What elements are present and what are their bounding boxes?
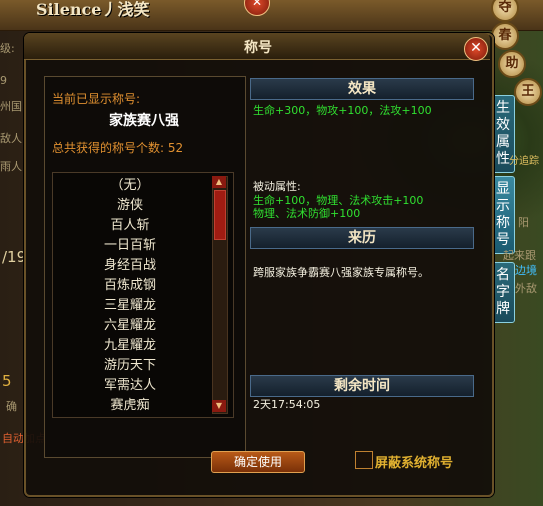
behind-text: 州国 — [0, 100, 22, 113]
hide-system-titles-label[interactable]: 屏蔽系统称号 — [375, 452, 453, 471]
behind-text: 敌人 — [0, 132, 22, 145]
scrollbar-thumb[interactable] — [214, 190, 226, 240]
scroll-down-arrow-icon[interactable]: ▼ — [212, 400, 226, 412]
passive-attributes-line-2: 物理、法术防御+100 — [253, 207, 361, 220]
total-titles-label: 总共获得的称号个数: 52 — [52, 139, 183, 156]
side-tab-char: 称 — [496, 215, 510, 231]
behind-text: /19 — [2, 248, 27, 266]
list-item[interactable]: （无） — [60, 176, 200, 196]
side-tab-char: 名 — [496, 267, 510, 283]
scroll-up-arrow-icon[interactable]: ▲ — [212, 176, 226, 188]
side-tab-char: 属 — [496, 134, 510, 150]
confirm-use-button[interactable]: 确定使用 — [211, 451, 305, 473]
current-title-label: 当前已显示称号: — [52, 92, 141, 106]
side-tab-char: 显 — [496, 181, 510, 197]
list-item[interactable]: 游历天下 — [60, 356, 200, 376]
behind-text: 外敌 — [515, 282, 537, 295]
behind-text: 5 — [2, 372, 12, 390]
list-item[interactable]: 百炼成钢 — [60, 276, 200, 296]
list-item[interactable]: 身经百战 — [60, 256, 200, 276]
behind-text: 边境 — [515, 264, 537, 277]
dialog-title: 称号 — [244, 40, 272, 56]
round-button-wang[interactable]: 王 — [514, 78, 542, 106]
side-tab-char: 牌 — [496, 301, 510, 317]
passive-attributes-label: 被动属性: — [253, 180, 301, 193]
passive-attributes-line-1: 生命+100，物理、法术攻击+100 — [253, 194, 424, 207]
list-item[interactable]: 游侠 — [60, 196, 200, 216]
origin-text: 跨服家族争霸赛八强家族专属称号。 — [253, 266, 429, 279]
origin-section-header: 来历 — [250, 227, 474, 249]
list-item[interactable]: 六星耀龙 — [60, 316, 200, 336]
behind-text: 级: — [0, 42, 15, 55]
dialog-close-icon[interactable]: ✕ — [464, 37, 488, 61]
list-item[interactable]: 赛虎痴 — [60, 396, 200, 416]
total-titles-text: 总共获得的称号个数: — [52, 141, 165, 155]
side-tab-char: 效 — [496, 117, 510, 133]
round-button-zhu[interactable]: 助 — [498, 50, 526, 78]
hide-system-titles-checkbox[interactable] — [355, 451, 373, 469]
remaining-time-value: 2天17:54:05 — [253, 398, 321, 411]
list-item[interactable]: 九星耀龙 — [60, 336, 200, 356]
effect-section-header: 效果 — [250, 78, 474, 100]
list-item[interactable]: 百人斩 — [60, 216, 200, 236]
effect-text: 生命+300，物攻+100，法攻+100 — [253, 104, 432, 117]
behind-text: 雨人 — [0, 160, 22, 173]
list-item[interactable]: 军需达人 — [60, 376, 200, 396]
behind-text: 起来跟 — [503, 249, 536, 262]
side-tab-char: 生 — [496, 100, 510, 116]
background-window-title: Silence丿浅笑 — [36, 0, 150, 19]
behind-text: 9 — [0, 74, 7, 87]
remaining-time-section-header: 剩余时间 — [250, 375, 474, 397]
list-item[interactable]: 一日百斩 — [60, 236, 200, 256]
side-tab-display-title[interactable]: 显 示 称 号 — [491, 176, 515, 254]
current-title-value: 家族赛八强 — [109, 113, 179, 129]
list-item[interactable]: 三星耀龙 — [60, 296, 200, 316]
round-button-chun[interactable]: 春 — [491, 22, 519, 50]
side-tab-char: 示 — [496, 198, 510, 214]
behind-text: 分追踪 — [509, 156, 539, 167]
total-titles-count: 52 — [167, 141, 184, 155]
side-tab-char: 字 — [496, 284, 510, 300]
behind-text: 确 — [6, 400, 17, 413]
side-tab-name-plate[interactable]: 名 字 牌 — [491, 262, 515, 323]
behind-text: 阳 — [518, 216, 529, 229]
